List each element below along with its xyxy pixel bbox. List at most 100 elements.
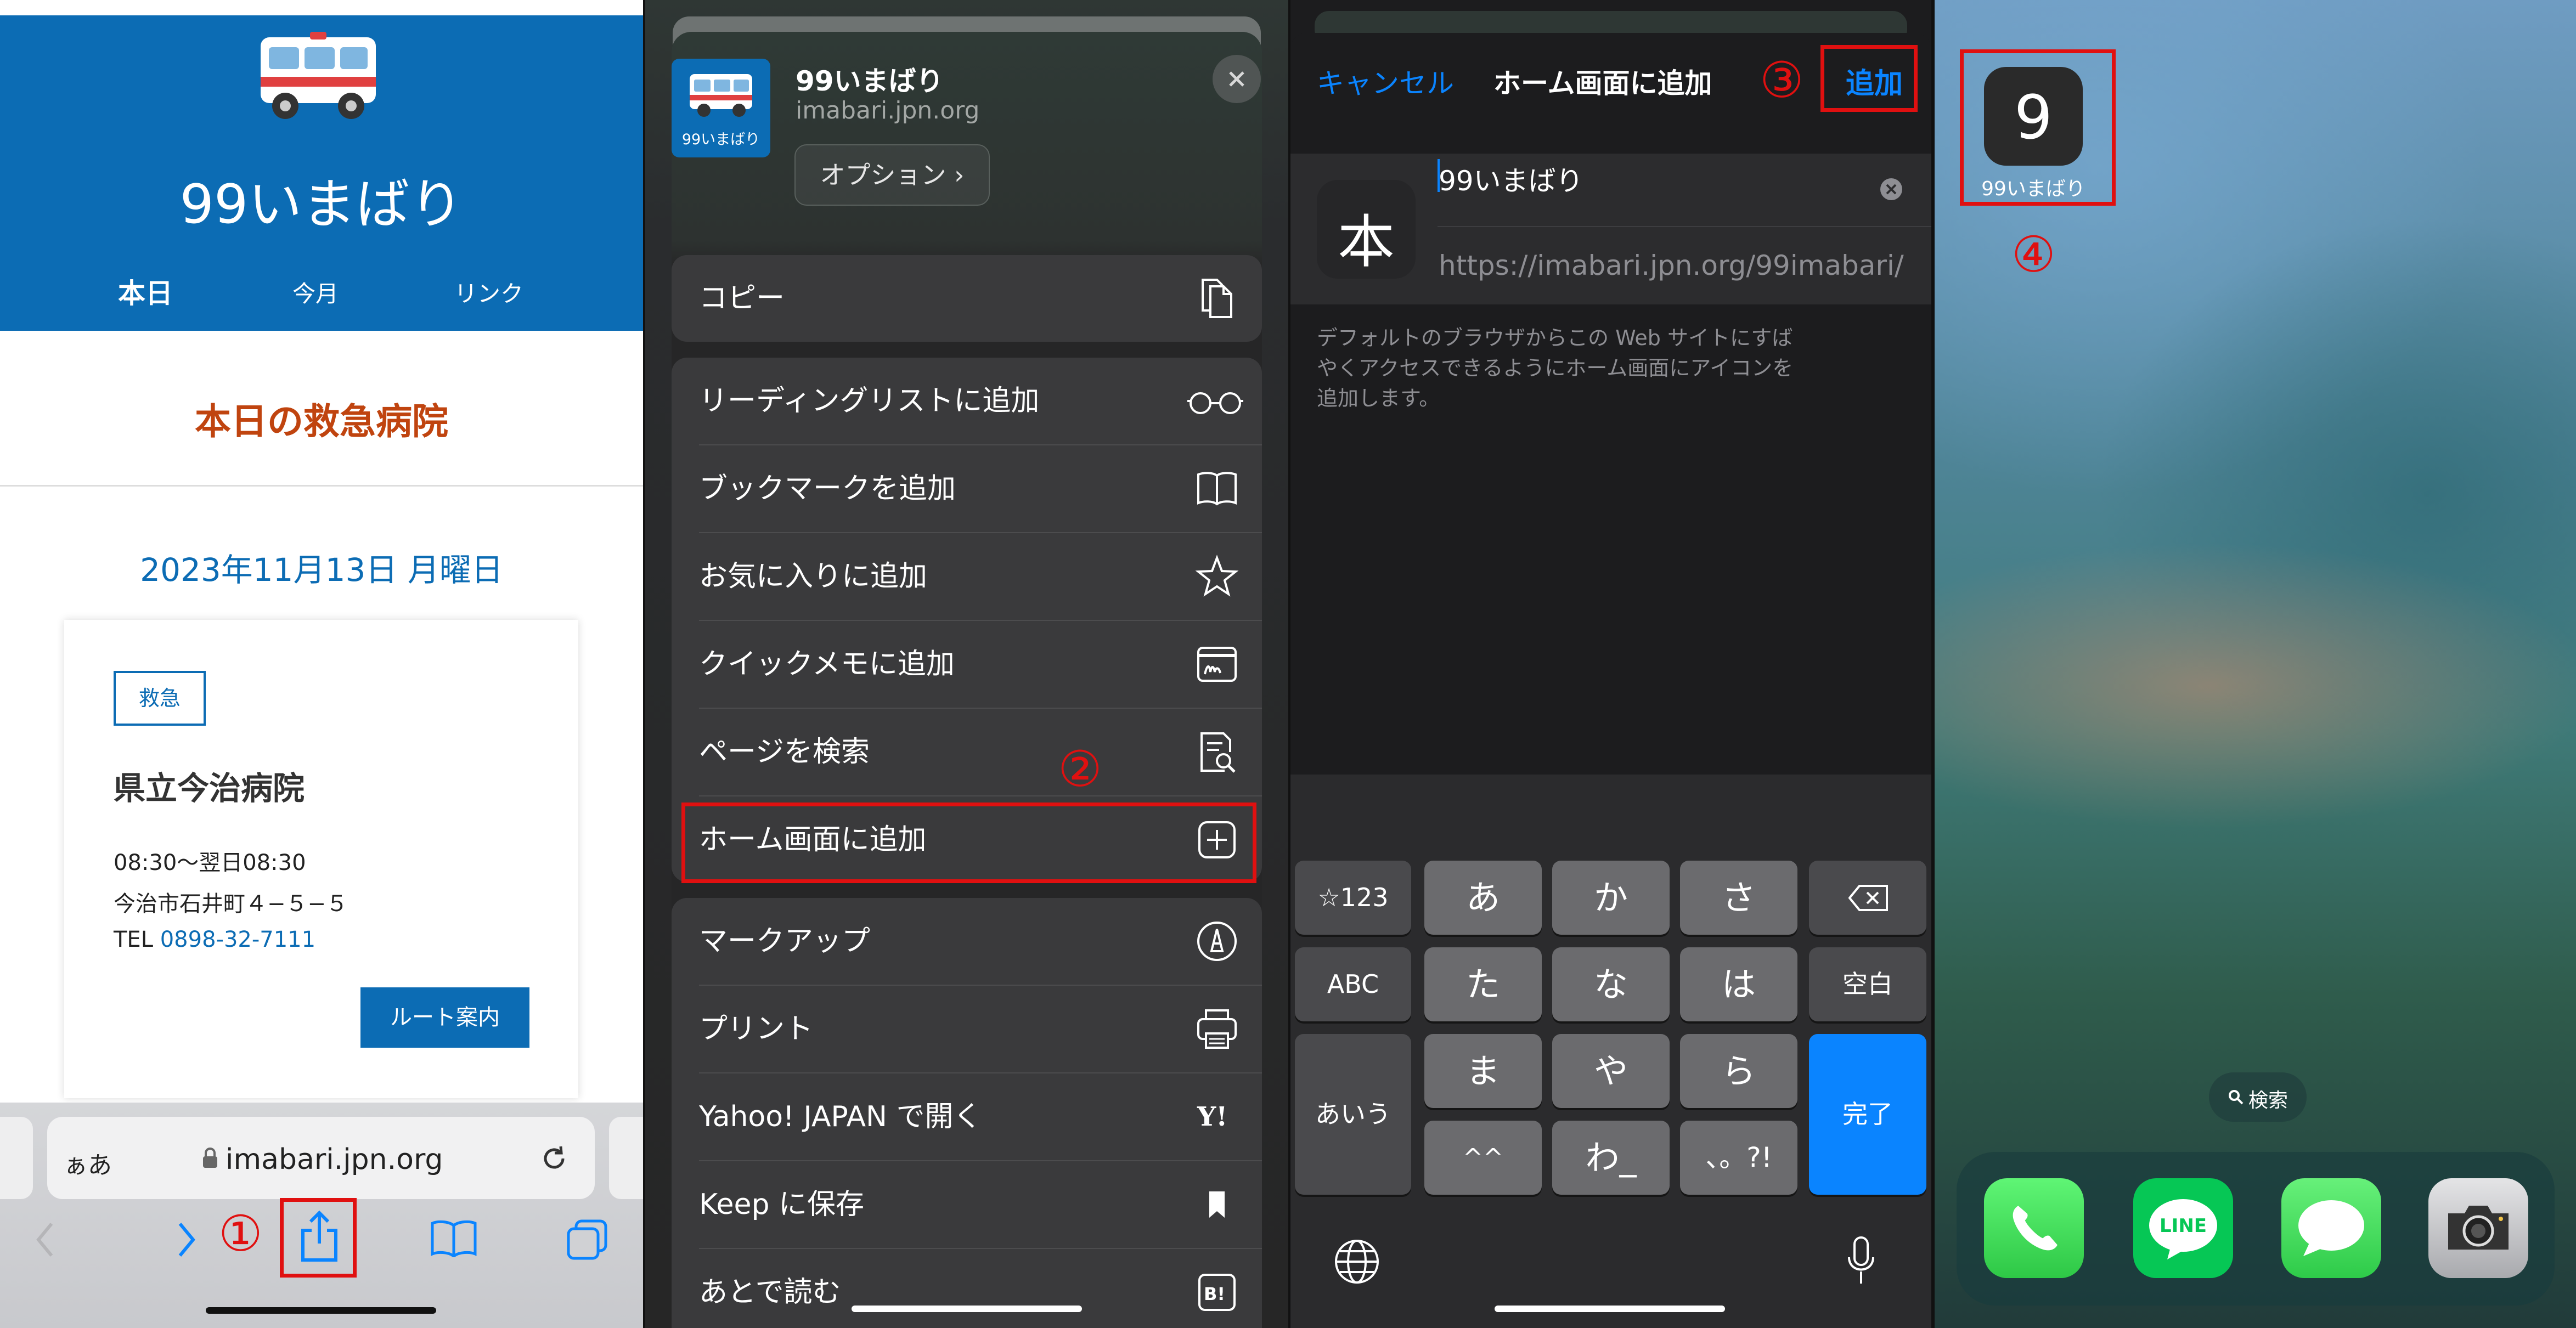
- site-thumbnail: 99いまばり: [672, 59, 770, 157]
- printer-icon: [1197, 1009, 1237, 1049]
- menu-item-open-yahoo[interactable]: Yahoo! JAPAN で開く Y!: [672, 1073, 1262, 1160]
- preview-icon: 本: [1317, 180, 1416, 279]
- menu-item-copy[interactable]: コピー: [672, 255, 1262, 342]
- key-ya[interactable]: や: [1552, 1034, 1670, 1108]
- menu-item-save-to-keep[interactable]: Keep に保存: [672, 1161, 1262, 1248]
- site-name: 99いまばり: [796, 65, 944, 97]
- yahoo-icon: Y!: [1197, 1101, 1227, 1132]
- step-1-label: ①: [218, 1205, 263, 1263]
- phone-icon: [2013, 1206, 2058, 1251]
- safari-page-pane: 99いまばり 本日 今月 リンク 本日の救急病院 2023年11月13日 月曜日…: [0, 0, 643, 1328]
- key-sa[interactable]: さ: [1680, 861, 1797, 935]
- nav-this-month[interactable]: 今月: [292, 275, 339, 309]
- key-space[interactable]: 空白: [1809, 947, 1926, 1021]
- share-highlight: [280, 1198, 357, 1278]
- close-button[interactable]: [1213, 55, 1261, 103]
- home-screen-pane: 9 99いまばり ④ 検索 LINE: [1935, 0, 2576, 1328]
- menu-item-add-favorite[interactable]: お気に入りに追加: [672, 533, 1262, 620]
- step-4-label: ④: [2011, 226, 2056, 284]
- tel-link[interactable]: 0898-32-7111: [160, 927, 315, 952]
- clear-text-icon[interactable]: [1879, 177, 1904, 202]
- tabs-icon[interactable]: [565, 1218, 609, 1262]
- date-label: 2023年11月13日 月曜日: [140, 551, 503, 589]
- book-icon: [1197, 472, 1237, 506]
- menu-label: プリント: [699, 1013, 814, 1046]
- menu-group-copy: コピー: [672, 255, 1262, 342]
- next-tab-edge[interactable]: [609, 1117, 643, 1199]
- url-field: https://imabari.jpn.org/99imabari/: [1439, 250, 1904, 281]
- key-backspace[interactable]: [1809, 861, 1926, 935]
- route-button[interactable]: ルート案内: [360, 987, 529, 1048]
- globe-icon[interactable]: [1333, 1238, 1380, 1285]
- microphone-icon[interactable]: [1845, 1235, 1878, 1287]
- menu-label: ブックマークを追加: [699, 472, 956, 505]
- address-bar[interactable]: ぁあ imabari.jpn.org: [47, 1117, 595, 1199]
- camera-icon: [2448, 1206, 2509, 1250]
- key-ka[interactable]: か: [1552, 861, 1670, 935]
- lock-icon: [203, 1148, 217, 1168]
- menu-item-find-on-page[interactable]: ページを検索: [672, 709, 1262, 795]
- back-chevron-icon[interactable]: [34, 1220, 56, 1259]
- forward-chevron-icon[interactable]: [176, 1220, 198, 1259]
- key-wa[interactable]: わ_: [1552, 1121, 1670, 1195]
- url-text: imabari.jpn.org: [226, 1143, 443, 1176]
- line-logo-text: LINE: [2160, 1215, 2207, 1237]
- menu-label: あとで読む: [699, 1276, 841, 1309]
- menu-item-print[interactable]: プリント: [672, 986, 1262, 1072]
- key-abc[interactable]: ABC: [1295, 947, 1411, 1021]
- preview-icon-char: 本: [1337, 208, 1395, 275]
- line-app[interactable]: LINE: [2133, 1178, 2233, 1278]
- close-icon: [1229, 71, 1244, 87]
- star-icon: [1195, 555, 1239, 597]
- name-input[interactable]: 99いまばり: [1439, 159, 1583, 199]
- description-line-2: やくアクセスできるようにホーム画面にアイコンを: [1317, 356, 1794, 380]
- cancel-button[interactable]: キャンセル: [1317, 61, 1454, 101]
- reload-icon[interactable]: [539, 1143, 570, 1174]
- key-symbols[interactable]: ☆123: [1295, 861, 1411, 935]
- menu-item-markup[interactable]: マークアップ: [672, 898, 1262, 985]
- line-app-icon: LINE: [2149, 1199, 2217, 1259]
- address: 今治市石井町４−５−５: [114, 891, 348, 917]
- menu-item-read-later[interactable]: あとで読む B!: [672, 1249, 1262, 1328]
- hospital-name: 県立今治病院: [114, 770, 305, 807]
- bookmarks-icon[interactable]: [429, 1219, 478, 1257]
- key-na[interactable]: な: [1552, 947, 1670, 1021]
- description-line-1: デフォルトのブラウザからこの Web サイトにすば: [1317, 326, 1793, 350]
- reader-aa[interactable]: ぁあ: [64, 1145, 112, 1180]
- app-icon-highlight: [1960, 49, 2116, 206]
- prev-tab-edge[interactable]: [0, 1117, 33, 1199]
- copy-icon: [1202, 279, 1232, 318]
- step-2-label: ②: [1058, 741, 1102, 798]
- menu-label: Keep に保存: [699, 1188, 865, 1221]
- key-ra[interactable]: ら: [1680, 1034, 1797, 1108]
- key-done[interactable]: 完了: [1809, 1034, 1926, 1195]
- menu-item-reading-list[interactable]: リーディングリストに追加: [672, 358, 1262, 444]
- add-home-highlight: [681, 803, 1256, 883]
- key-ma[interactable]: ま: [1424, 1034, 1542, 1108]
- messages-app[interactable]: [2281, 1178, 2381, 1278]
- site-header: 99いまばり 本日 今月 リンク: [0, 15, 643, 331]
- options-button[interactable]: オプション ›: [794, 144, 990, 206]
- nav-today[interactable]: 本日: [118, 272, 173, 311]
- key-punctuation[interactable]: 、。?!: [1680, 1121, 1797, 1195]
- backspace-icon: [1848, 885, 1888, 911]
- hatena-icon: B!: [1198, 1274, 1236, 1311]
- add-button-highlight: [1820, 45, 1918, 112]
- home-indicator: [852, 1306, 1082, 1312]
- key-a[interactable]: あ: [1424, 861, 1542, 935]
- menu-item-add-bookmark[interactable]: ブックマークを追加: [672, 445, 1262, 532]
- add-home-dialog-pane: キャンセル ホーム画面に追加 ③ 追加 本 99いまばり https://ima…: [1290, 0, 1931, 1328]
- key-kana-toggle[interactable]: あいう: [1295, 1034, 1411, 1195]
- key-ha[interactable]: は: [1680, 947, 1797, 1021]
- key-dakuten[interactable]: ^^: [1424, 1121, 1542, 1195]
- menu-label: マークアップ: [699, 925, 871, 958]
- dialog-title: ホーム画面に追加: [1493, 67, 1712, 99]
- menu-item-quick-note[interactable]: クイックメモに追加: [672, 621, 1262, 708]
- camera-app[interactable]: [2428, 1178, 2528, 1278]
- search-pill[interactable]: 検索: [2209, 1072, 2307, 1122]
- key-ta[interactable]: た: [1424, 947, 1542, 1021]
- nav-links[interactable]: リンク: [454, 275, 523, 309]
- menu-label: リーディングリストに追加: [699, 385, 1040, 417]
- phone-app[interactable]: [1984, 1178, 2084, 1278]
- thumbnail-label: 99いまばり: [681, 131, 760, 148]
